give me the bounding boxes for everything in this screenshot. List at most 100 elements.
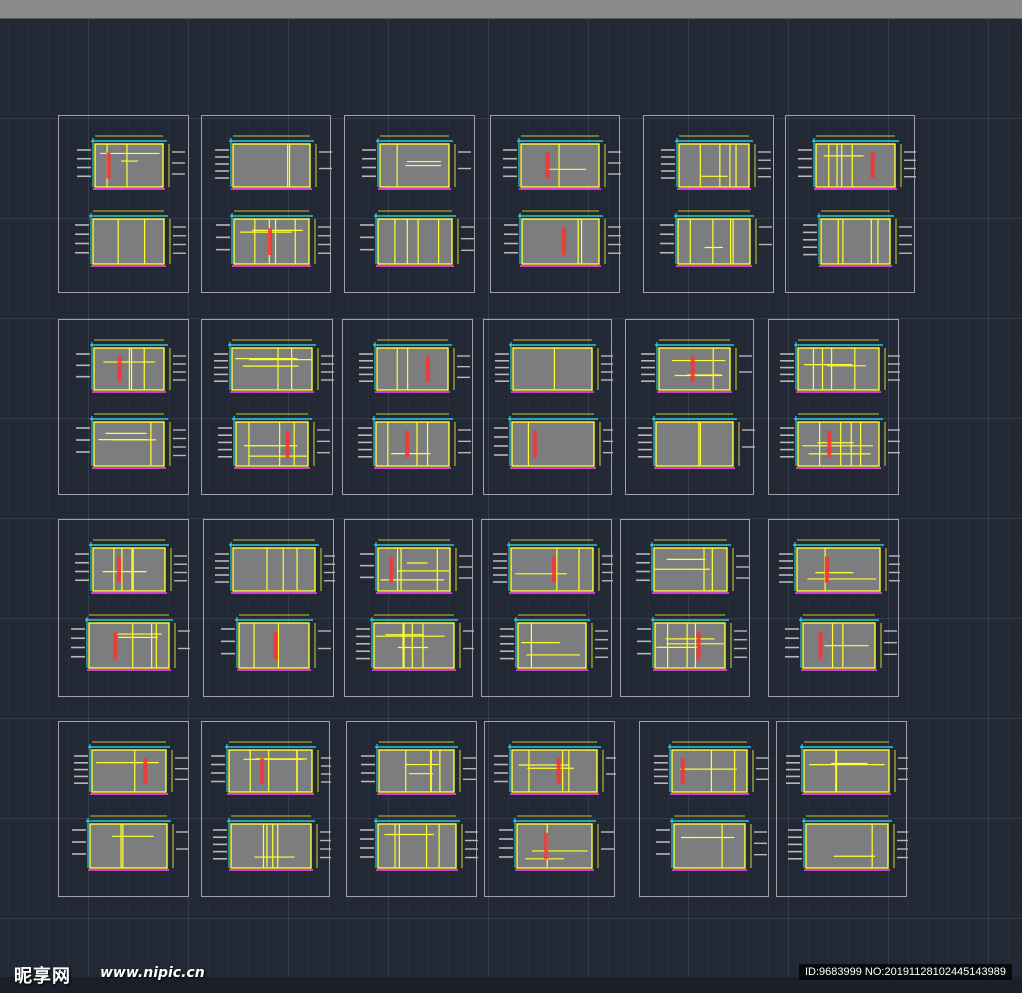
wall-fill <box>511 548 593 591</box>
elevation-drawing <box>360 539 472 594</box>
red-accent <box>870 152 875 179</box>
wall-fill <box>656 422 733 466</box>
drawing-sheet-frame[interactable] <box>481 519 613 697</box>
elevation-drawing <box>654 741 769 795</box>
sheet-drawings <box>636 539 749 671</box>
wall-fill <box>655 623 725 668</box>
red-accent <box>285 430 290 458</box>
drawing-sheet-frame[interactable] <box>768 519 900 697</box>
elevation-drawing <box>76 413 186 469</box>
elevation-drawing <box>504 210 621 267</box>
elevation-drawing <box>74 741 188 795</box>
elevation-drawing <box>215 135 332 190</box>
drawing-sheet-frame[interactable] <box>201 721 331 897</box>
drawing-sheet-frame[interactable] <box>58 115 189 293</box>
sheet-drawings <box>360 135 474 267</box>
drawing-sheet-frame[interactable] <box>625 319 755 495</box>
drawing-sheet-frame[interactable] <box>483 319 613 495</box>
image-id-label: ID:9683999 NO:20191128102445143989 <box>798 964 1012 980</box>
drawing-sheet-frame[interactable] <box>58 319 189 495</box>
elevation-drawing <box>221 614 331 671</box>
wall-fill <box>522 219 599 264</box>
drawing-sheet-frame[interactable] <box>643 115 774 293</box>
red-accent <box>117 356 122 382</box>
elevation-drawing <box>71 614 190 671</box>
drawing-sheet-frame[interactable] <box>58 721 189 897</box>
sheet-drawings <box>215 135 332 267</box>
wall-fill <box>378 824 456 868</box>
elevation-drawing <box>788 815 908 871</box>
elevation-drawing <box>211 741 331 795</box>
elevation-drawing <box>641 339 752 393</box>
elevation-drawing <box>213 815 331 871</box>
drawing-sheet-frame[interactable] <box>342 319 473 495</box>
red-accent <box>545 152 550 179</box>
elevation-drawing <box>780 339 900 393</box>
wall-fill <box>229 750 312 792</box>
drawing-sheet-frame[interactable] <box>776 721 908 897</box>
sheet-drawings <box>660 135 772 267</box>
wall-fill <box>376 422 449 466</box>
drawing-sheet-frame[interactable] <box>490 115 621 293</box>
wall-fill <box>517 824 592 868</box>
elevation-drawing <box>499 815 614 871</box>
elevation-drawing <box>780 413 900 469</box>
drawing-sheet-frame[interactable] <box>344 519 474 697</box>
red-accent <box>389 556 394 583</box>
watermark-logo: 昵享网 <box>14 966 71 987</box>
elevation-drawing <box>503 135 621 190</box>
drawing-sheet-frame[interactable] <box>620 519 750 697</box>
elevation-drawing <box>636 539 749 594</box>
elevation-drawing <box>637 614 747 671</box>
sheet-drawings <box>76 339 186 469</box>
elevation-drawing <box>361 741 476 795</box>
red-accent <box>824 556 829 583</box>
elevation-drawing <box>798 135 916 190</box>
sheet-drawings <box>786 741 908 871</box>
sheet-drawings <box>798 135 916 267</box>
red-accent <box>552 556 557 583</box>
drawing-sheet-frame[interactable] <box>484 721 616 897</box>
elevation-drawing <box>359 339 470 393</box>
sheet-drawings <box>654 741 769 871</box>
sheet-drawings <box>638 339 755 469</box>
drawing-sheet-frame[interactable] <box>639 721 769 897</box>
drawing-sheet-frame[interactable] <box>344 115 475 293</box>
elevation-drawing <box>362 135 471 190</box>
drawing-sheet-frame[interactable] <box>203 519 335 697</box>
drawing-sheet-frame[interactable] <box>768 319 900 495</box>
wall-fill <box>674 824 745 868</box>
sheet-drawings <box>494 741 616 871</box>
sheet-drawings <box>494 339 613 469</box>
drawing-sheet-frame[interactable] <box>58 519 190 697</box>
red-accent <box>143 758 148 784</box>
red-accent <box>260 758 265 784</box>
red-accent <box>113 632 118 659</box>
wall-fill <box>94 422 164 466</box>
wall-fill <box>512 422 594 466</box>
elevation-drawing <box>76 339 186 393</box>
drawing-sheet-frame[interactable] <box>201 115 332 293</box>
red-accent <box>267 228 272 255</box>
wall-fill <box>90 824 167 868</box>
drawing-sheet-frame[interactable] <box>785 115 916 293</box>
elevation-drawing <box>360 210 474 267</box>
wall-fill <box>377 348 448 390</box>
drawing-sheet-frame[interactable] <box>346 721 478 897</box>
elevation-drawing <box>216 210 331 267</box>
sheet-drawings <box>214 339 334 469</box>
sheet-drawings <box>780 339 900 469</box>
wall-fill <box>806 824 888 868</box>
wall-fill <box>93 548 165 591</box>
wall-fill <box>378 548 450 591</box>
red-accent <box>827 430 832 458</box>
drawing-sheet-frame[interactable] <box>201 319 334 495</box>
elevation-drawing <box>360 815 478 871</box>
elevation-drawing <box>500 614 608 671</box>
elevation-drawing <box>494 413 613 469</box>
elevation-drawing <box>75 539 187 594</box>
elevation-drawing <box>660 210 772 267</box>
wall-fill <box>797 548 880 591</box>
sheet-drawings <box>493 539 613 671</box>
wall-fill <box>513 348 592 390</box>
